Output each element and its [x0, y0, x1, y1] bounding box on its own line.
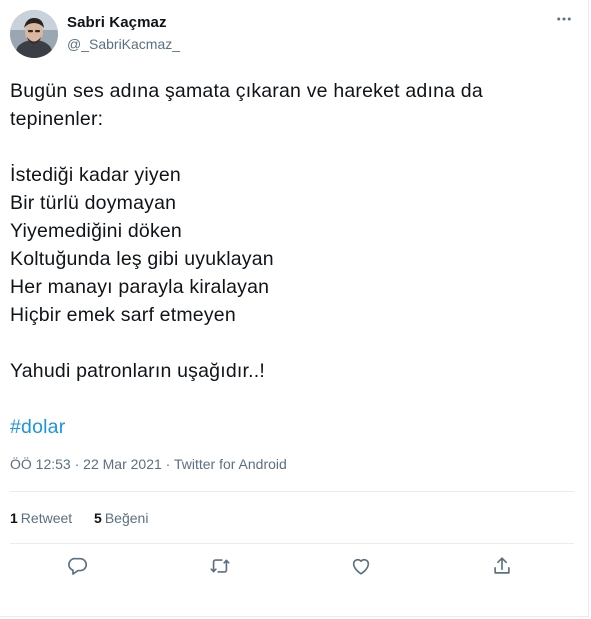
meta-separator: ·	[161, 456, 174, 472]
retweet-button[interactable]	[207, 555, 233, 581]
retweets-label: Retweet	[20, 510, 73, 526]
reply-icon	[67, 555, 89, 582]
tweet-line: Her manayı parayla kiralayan	[10, 276, 270, 298]
tweet-line: İstediği kadar yiyen	[10, 164, 181, 186]
tweet-text: Bugün ses adına şamata çıkaran ve hareke…	[10, 77, 570, 441]
tweet-line: Bugün ses adına şamata çıkaran ve hareke…	[10, 80, 483, 102]
tweet-line: Koltuğunda leş gibi uyuklayan	[10, 248, 274, 270]
tweet-stats: 1 Retweet 5 Beğeni	[10, 510, 166, 526]
tweet-line: Yahudi patronların uşağıdır..!	[10, 360, 265, 382]
tweet-meta: ÖÖ 12:53 · 22 Mar 2021 · Twitter for And…	[10, 456, 287, 472]
hashtag-link[interactable]: #dolar	[10, 416, 65, 438]
more-options-button[interactable]	[553, 10, 575, 32]
user-handle[interactable]: @_SabriKacmaz_	[67, 36, 180, 52]
tweet-card: Sabri Kaçmaz @_SabriKacmaz_ Bugün ses ad…	[0, 0, 589, 617]
reply-button[interactable]	[65, 555, 91, 581]
tweet-line	[10, 385, 570, 413]
like-button[interactable]	[348, 555, 374, 581]
tweet-line: Hiçbir emek sarf etmeyen	[10, 304, 236, 326]
tweet-actions	[0, 555, 589, 581]
meta-separator: ·	[70, 456, 84, 472]
tweet-line: Yiyemediğini döken	[10, 220, 182, 242]
share-button[interactable]	[489, 555, 515, 581]
likes-count: 5	[94, 510, 102, 526]
retweet-icon	[209, 555, 231, 582]
display-name[interactable]: Sabri Kaçmaz	[67, 14, 167, 31]
avatar[interactable]	[10, 10, 58, 58]
share-icon	[491, 555, 513, 582]
tweet-line	[10, 133, 570, 161]
divider	[10, 491, 574, 492]
likes-stat[interactable]: 5 Beğeni	[94, 510, 148, 526]
divider	[10, 543, 574, 544]
tweet-line: Bir türlü doymayan	[10, 192, 177, 214]
retweets-count: 1	[10, 510, 18, 526]
tweet-line: tepinenler:	[10, 108, 104, 130]
tweet-date[interactable]: 22 Mar 2021	[83, 456, 162, 472]
tweet-line	[10, 329, 570, 357]
heart-icon	[350, 555, 372, 582]
tweet-time[interactable]: ÖÖ 12:53	[10, 456, 71, 472]
likes-label: Beğeni	[104, 510, 149, 526]
more-horizontal-icon	[555, 10, 573, 33]
retweets-stat[interactable]: 1 Retweet	[10, 510, 72, 526]
tweet-source[interactable]: Twitter for Android	[174, 456, 287, 472]
